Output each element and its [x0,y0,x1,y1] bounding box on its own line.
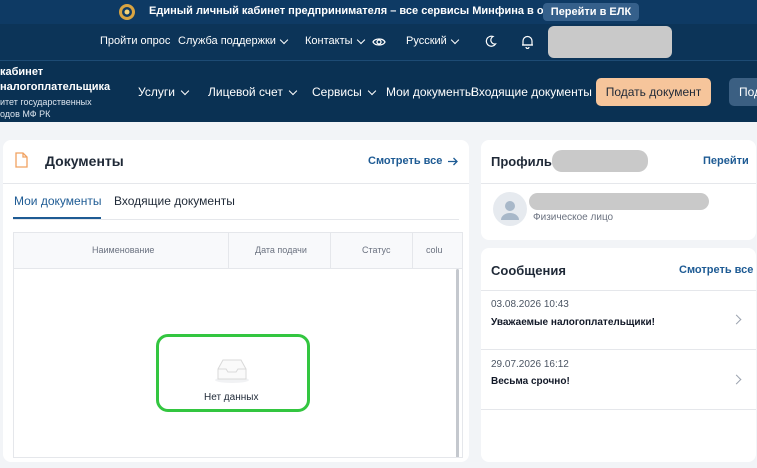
message-date: 29.07.2026 16:12 [491,359,569,370]
user-menu-redacted[interactable] [548,26,672,58]
column-header-name[interactable]: Наименование [92,245,154,255]
tab-incoming-documents[interactable]: Входящие документы [114,194,235,208]
divider [481,409,756,410]
empty-state-text: Нет данных [204,392,259,403]
messages-see-all-link[interactable]: Смотреть все [679,264,753,276]
banner-text: Единый личный кабинет предпринимателя – … [149,5,600,17]
nav-my-documents[interactable]: Мои документы [386,85,473,99]
profile-card: Профиль Перейти Физическое лицо [481,140,756,240]
go-to-elk-button[interactable]: Перейти в ЕЛК [543,3,639,21]
avatar [493,192,527,226]
user-icon [501,201,519,220]
documents-card: Документы Смотреть все Мои документы Вхо… [3,140,469,462]
tabs-baseline [13,219,459,220]
eye-icon[interactable] [372,36,386,48]
secondary-nav-button[interactable]: Под [729,78,757,106]
message-date: 03.08.2026 10:43 [491,299,569,310]
column-divider [412,233,413,269]
chevron-right-icon [731,314,742,325]
column-header-extra[interactable]: colu [426,245,443,255]
message-text: Весьма срочно! [491,376,570,387]
profile-type: Физическое лицо [533,212,614,223]
utility-nav: Пройти опрос Служба поддержки Контакты Р… [0,24,757,60]
moon-icon[interactable] [484,35,497,48]
submit-document-button[interactable]: Подать документ [596,78,711,106]
divider [481,290,756,291]
empty-inbox-icon [215,359,249,383]
nav-account[interactable]: Лицевой счет [208,85,298,99]
contacts-dropdown[interactable]: Контакты [305,35,365,47]
message-text: Уважаемые налогоплательщики! [491,317,655,328]
chevron-down-icon [288,86,298,95]
profile-title: Профиль [491,154,552,169]
divider [481,349,756,350]
column-header-status[interactable]: Статус [362,245,390,255]
nav-tools[interactable]: Сервисы [312,85,376,99]
chevron-down-icon [356,35,365,44]
active-tab-indicator [13,217,101,219]
column-header-date[interactable]: Дата подачи [255,245,307,255]
chevron-down-icon [450,35,460,44]
top-banner: Единый личный кабинет предпринимателя – … [0,0,757,24]
profile-name-redacted [552,150,648,172]
support-dropdown[interactable]: Служба поддержки [178,35,289,47]
table-header: Наименование Дата подачи Статус colu [14,233,462,269]
chevron-right-icon [731,374,742,385]
survey-link[interactable]: Пройти опрос [100,35,170,47]
arrow-right-icon [448,157,459,165]
table-scrollbar[interactable] [456,269,459,457]
nav-incoming-documents[interactable]: Входящие документы [471,85,592,99]
column-divider [330,233,331,269]
messages-card: Сообщения Смотреть все 03.08.2026 10:43 … [481,248,756,462]
tab-my-documents[interactable]: Мои документы [14,194,101,208]
ministry-logo-icon [119,4,135,20]
language-select[interactable]: Русский [406,35,460,47]
main-nav: кабинет налогоплательщика итет государст… [0,60,757,122]
divider [481,183,756,184]
messages-title: Сообщения [491,263,566,278]
bell-icon[interactable] [521,34,534,49]
chevron-down-icon [279,35,289,44]
column-divider [228,233,229,269]
divider [3,183,469,184]
chevron-down-icon [367,86,376,95]
documents-see-all-link[interactable]: Смотреть все [368,155,459,167]
document-icon [15,152,28,168]
profile-details-redacted [529,193,709,210]
chevron-down-icon [180,86,190,95]
documents-title: Документы [45,153,124,169]
profile-go-link[interactable]: Перейти [703,155,749,167]
nav-services[interactable]: Услуги [138,85,190,99]
